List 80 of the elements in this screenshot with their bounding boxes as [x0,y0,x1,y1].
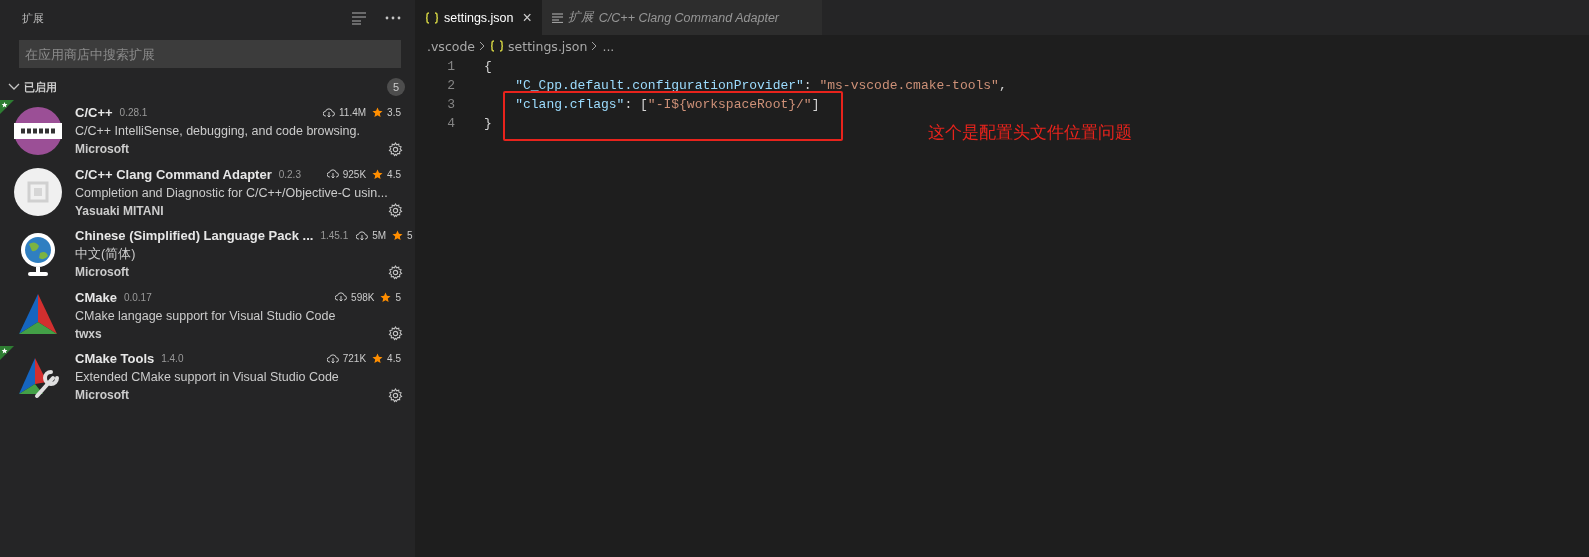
publisher-name: Microsoft [75,388,129,403]
editor-tab[interactable]: settings.json × [415,0,542,35]
breadcrumb-file[interactable]: settings.json [508,38,588,54]
line-number: 3 [446,97,455,112]
json-braces-icon [425,11,439,24]
extension-version: 0.2.3 [278,168,301,180]
cloud-download-icon [335,292,348,303]
download-count: 5M [372,230,387,242]
json-braces-icon [490,40,505,52]
cloud-download-icon [356,230,369,241]
extension-description: C/C++ IntelliSense, debugging, and code browsing. [75,123,361,141]
publisher-name: Yasuaki MITANI [75,203,164,218]
extension-version: 0.0.17 [123,291,152,303]
extension-version: 1.45.1 [320,230,349,242]
extension-item[interactable]: CMake Tools 1.4.0 721K 4.5 Extended CMake support in Visual Studio Code Microsoft [0,346,415,408]
publisher-name: Microsoft [75,142,129,157]
extension-name: CMake [75,289,117,305]
code-line: { [484,59,492,74]
rating-value: 4.5 [387,168,401,180]
section-label[interactable]: 已启用 [24,79,383,95]
tab-label: C/C++ Clang Command Adapter [598,10,779,25]
extension-version: 0.28.1 [119,107,148,119]
extension-name: C/C++ Clang Command Adapter [75,166,272,182]
settings-icon[interactable] [388,387,403,403]
extension-name: CMake Tools [75,351,155,367]
tab-prefix: 扩展 [567,9,594,26]
chevron-right-icon [591,41,599,51]
extension-name: C/C++ [75,105,113,121]
star-icon [372,353,384,365]
breadcrumb-more[interactable]: ... [602,38,615,54]
close-tab-button[interactable]: × [522,8,532,27]
extension-description: Completion and Diagnostic for C/C++/Objective-C usin... [75,184,389,202]
rating-value: 4.5 [387,353,401,365]
rating-value: 5 [395,291,401,303]
clear-list-icon[interactable] [351,11,367,25]
search-field[interactable]: 在应用商店中搜索扩展 [19,40,401,68]
rating-value: 5 [407,230,413,242]
tab-label: settings.json [444,10,514,25]
document-lines-icon [551,12,563,23]
code-line: "clang.cflags": ["-I${workspaceRoot}/"] [514,97,820,112]
settings-icon[interactable] [388,264,403,280]
extension-item[interactable]: C/C++ 0.28.1 11.4M 3.5 C/C++ IntelliSense, debugging, and code browsing. Microsoft [0,100,415,162]
publisher-name: twxs [75,326,102,341]
extension-description: CMake langage support for Visual Studio Code [75,307,337,325]
settings-icon[interactable] [388,326,403,342]
extension-item[interactable]: Chinese (Simplified) Language Pack ... 1.45.1 5M 5 中文(简体) Microsoft [0,223,415,285]
more-icon[interactable] [385,16,401,20]
cloud-download-icon [326,353,339,364]
annotation-text: 这个是配置头文件位置问题 [928,121,1132,144]
chevron-icon[interactable] [8,83,20,91]
extension-item[interactable]: C/C++ Clang Command Adapter 0.2.3 925K 4.5 Completion and Diagnostic for C/C++/Objective-C usin... Yasuaki MITANI [0,161,415,223]
extension-description: 中文(简体) [75,246,137,264]
line-number: 4 [446,116,455,131]
star-icon [372,168,384,180]
download-count: 11.4M [339,107,367,119]
download-count: 598K [351,291,375,303]
star-icon [392,230,404,242]
extension-version: 1.4.0 [161,353,184,365]
settings-icon[interactable] [388,141,403,157]
extension-name: Chinese (Simplified) Language Pack ... [75,228,314,244]
cloud-download-icon [326,169,339,180]
rating-value: 3.5 [387,107,401,119]
settings-icon[interactable] [388,203,403,219]
editor-tab[interactable]: 扩展 C/C++ Clang Command Adapter [541,0,822,35]
code-line: "C_Cpp.default.configurationProvider": "ms-vscode.cmake-tools", [514,78,1007,93]
line-number: 1 [446,59,455,74]
count-badge: 5 [387,78,405,96]
line-number: 2 [446,78,455,93]
extension-description: Extended CMake support in Visual Studio Code [75,369,340,387]
code-line: } [484,116,492,131]
extension-item[interactable]: CMake 0.0.17 598K 5 CMake langage support for Visual Studio Code twxs [0,284,415,346]
download-count: 721K [342,353,367,365]
download-count: 925K [342,168,367,180]
panel-title: 扩展 [22,10,45,26]
breadcrumb-folder[interactable]: .vscode [427,38,476,54]
cloud-download-icon [323,107,336,118]
chevron-right-icon [479,41,487,51]
star-icon [380,291,392,303]
star-icon [372,107,384,119]
publisher-name: Microsoft [75,265,129,280]
